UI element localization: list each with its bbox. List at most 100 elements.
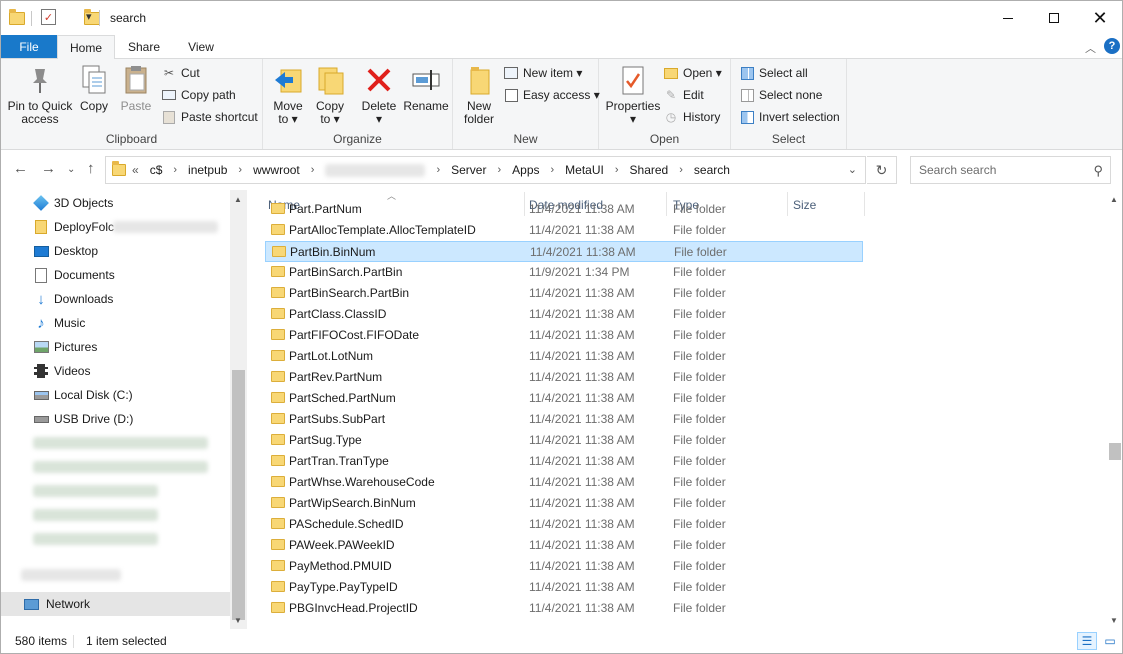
cut-button[interactable]: ✂ Cut: [161, 63, 200, 83]
customize-toolbar-icon[interactable]: ▾: [86, 10, 92, 23]
breadcrumb-separator-icon[interactable]: ›: [551, 164, 555, 176]
file-row[interactable]: PayType.PayTypeID 11/4/2021 11:38 AM File …: [265, 577, 863, 598]
breadcrumb-separator-icon[interactable]: ›: [497, 164, 501, 176]
paste-button[interactable]: Paste: [117, 63, 155, 113]
file-row[interactable]: PartBin.BinNum 11/4/2021 11:38 AM File fol…: [265, 241, 863, 262]
close-button[interactable]: ✕: [1077, 1, 1122, 35]
column-divider[interactable]: [864, 192, 865, 216]
address-bar[interactable]: « c$ › inetpub › wwwroot › › Server › Ap…: [105, 156, 866, 184]
copy-button[interactable]: Copy: [75, 63, 113, 113]
nav-item-3d-objects[interactable]: 3D Objects: [1, 191, 230, 215]
nav-item-redacted[interactable]: [1, 527, 230, 551]
minimize-button[interactable]: [985, 1, 1031, 35]
history-button[interactable]: ◷ History: [663, 107, 721, 127]
new-item-button[interactable]: New item ▾: [503, 63, 582, 83]
nav-item-music[interactable]: ♪ Music: [1, 311, 230, 335]
open-button[interactable]: Open ▾: [663, 63, 722, 83]
file-row[interactable]: PartTran.TranType 11/4/2021 11:38 AM File …: [265, 451, 863, 472]
properties-check-icon[interactable]: ✓: [41, 9, 56, 25]
file-row[interactable]: PartBinSearch.PartBin 11/4/2021 11:38 AM F…: [265, 283, 863, 304]
breadcrumb-separator-icon[interactable]: ›: [615, 164, 619, 176]
collapse-ribbon-icon[interactable]: ︿: [1085, 40, 1096, 56]
nav-scrollbar[interactable]: ▲ ▼: [230, 190, 247, 629]
file-row[interactable]: PartLot.LotNum 11/4/2021 11:38 AM File fol…: [265, 346, 863, 367]
invert-selection-button[interactable]: Invert selection: [739, 107, 840, 127]
details-view-icon[interactable]: ☰: [1077, 632, 1097, 650]
nav-item-pictures[interactable]: Pictures: [1, 335, 230, 359]
rename-button[interactable]: Rename: [403, 63, 449, 113]
nav-item-deployfolder[interactable]: DeployFolc: [1, 215, 230, 239]
breadcrumb-wwwroot[interactable]: wwwroot: [253, 163, 300, 177]
scroll-down-icon[interactable]: ▼: [234, 616, 242, 625]
file-row[interactable]: PartRev.PartNum 11/4/2021 11:38 AM File fo…: [265, 367, 863, 388]
tab-share[interactable]: Share: [118, 35, 170, 58]
file-row[interactable]: PartWipSearch.BinNum 11/4/2021 11:38 AM Fi…: [265, 493, 863, 514]
breadcrumb-apps[interactable]: Apps: [512, 163, 539, 177]
file-row[interactable]: PASchedule.SchedID 11/4/2021 11:38 AM File…: [265, 514, 863, 535]
breadcrumb-inetpub[interactable]: inetpub: [188, 163, 227, 177]
edit-button[interactable]: ✎ Edit: [663, 85, 704, 105]
select-all-button[interactable]: Select all: [739, 63, 808, 83]
nav-item-desktop[interactable]: Desktop: [1, 239, 230, 263]
breadcrumb-server[interactable]: Server: [451, 163, 486, 177]
breadcrumb-metaui[interactable]: MetaUI: [565, 163, 604, 177]
file-row[interactable]: PartClass.ClassID 11/4/2021 11:38 AM File …: [265, 304, 863, 325]
forward-arrow-icon[interactable]: →: [41, 160, 56, 177]
paste-shortcut-button[interactable]: Paste shortcut: [161, 107, 258, 127]
new-folder-button[interactable]: New folder: [459, 63, 499, 126]
tab-file[interactable]: File: [1, 35, 57, 58]
file-row[interactable]: PartBinSarch.PartBin 11/9/2021 1:34 PM Fil…: [265, 262, 863, 283]
up-arrow-icon[interactable]: ↑: [87, 160, 95, 177]
refresh-button[interactable]: ↻: [867, 156, 897, 184]
file-list-scrollbar[interactable]: ▲ ▼: [1107, 190, 1122, 629]
breadcrumb-separator-icon[interactable]: ›: [173, 164, 177, 176]
nav-item-network[interactable]: Network: [1, 592, 230, 616]
search-input[interactable]: Search search ⚲: [910, 156, 1111, 184]
nav-item-redacted[interactable]: [1, 431, 230, 455]
easy-access-button[interactable]: Easy access ▾: [503, 85, 600, 105]
recent-locations-chevron-icon[interactable]: ⌄: [67, 164, 75, 175]
nav-item-redacted[interactable]: [1, 455, 230, 479]
breadcrumb-c[interactable]: c$: [150, 163, 163, 177]
copy-to-button[interactable]: Copy to ▾: [311, 63, 349, 126]
scroll-down-icon[interactable]: ▼: [1110, 616, 1118, 625]
nav-item-videos[interactable]: Videos: [1, 359, 230, 383]
file-list-scrollbar-thumb[interactable]: [1109, 443, 1121, 460]
scroll-up-icon[interactable]: ▲: [234, 195, 242, 204]
nav-item-downloads[interactable]: ↓ Downloads: [1, 287, 230, 311]
delete-button[interactable]: Delete ▾: [359, 63, 399, 126]
file-row[interactable]: PartSug.Type 11/4/2021 11:38 AM File folde…: [265, 430, 863, 451]
move-to-button[interactable]: Move to ▾: [269, 63, 307, 126]
help-icon[interactable]: ?: [1104, 38, 1120, 54]
breadcrumb-separator-icon[interactable]: ›: [436, 164, 440, 176]
nav-scrollbar-thumb[interactable]: [232, 370, 245, 620]
nav-item-usb-drive-d[interactable]: USB Drive (D:): [1, 407, 230, 431]
file-row[interactable]: PartAllocTemplate.AllocTemplateID 11/4/20…: [265, 220, 863, 241]
file-row[interactable]: PartFIFOCost.FIFODate 11/4/2021 11:38 AM F…: [265, 325, 863, 346]
nav-item-redacted[interactable]: [1, 563, 230, 587]
tab-home[interactable]: Home: [57, 35, 115, 59]
file-row[interactable]: PartSched.PartNum 11/4/2021 11:38 AM File …: [265, 388, 863, 409]
breadcrumb-separator-icon[interactable]: ›: [238, 164, 242, 176]
breadcrumb-search[interactable]: search: [694, 163, 730, 177]
file-row[interactable]: PartWhse.WarehouseCode 11/4/2021 11:38 AM…: [265, 472, 863, 493]
pin-to-quick-access-button[interactable]: Pin to Quick access: [7, 63, 73, 126]
maximize-button[interactable]: [1031, 1, 1077, 35]
scroll-up-icon[interactable]: ▲: [1110, 195, 1118, 204]
breadcrumb-redacted[interactable]: [325, 163, 426, 177]
breadcrumb-separator-icon[interactable]: ›: [679, 164, 683, 176]
nav-item-redacted[interactable]: [1, 503, 230, 527]
breadcrumb-separator-icon[interactable]: ›: [311, 164, 315, 176]
large-icons-view-icon[interactable]: ▭: [1100, 632, 1120, 650]
properties-button[interactable]: Properties ▾: [605, 63, 661, 126]
nav-item-redacted[interactable]: [1, 479, 230, 503]
back-arrow-icon[interactable]: ←: [13, 160, 28, 177]
select-none-button[interactable]: Select none: [739, 85, 822, 105]
overflow-chevron-icon[interactable]: «: [132, 163, 139, 177]
address-dropdown-icon[interactable]: ⌄: [848, 163, 857, 176]
nav-item-documents[interactable]: Documents: [1, 263, 230, 287]
copy-path-button[interactable]: Copy path: [161, 85, 236, 105]
file-row[interactable]: PAWeek.PAWeekID 11/4/2021 11:38 AM File fo…: [265, 535, 863, 556]
file-row[interactable]: PayMethod.PMUID 11/4/2021 11:38 AM File fo…: [265, 556, 863, 577]
file-row[interactable]: PBGInvcHead.ProjectID 11/4/2021 11:38 AM F…: [265, 598, 863, 619]
